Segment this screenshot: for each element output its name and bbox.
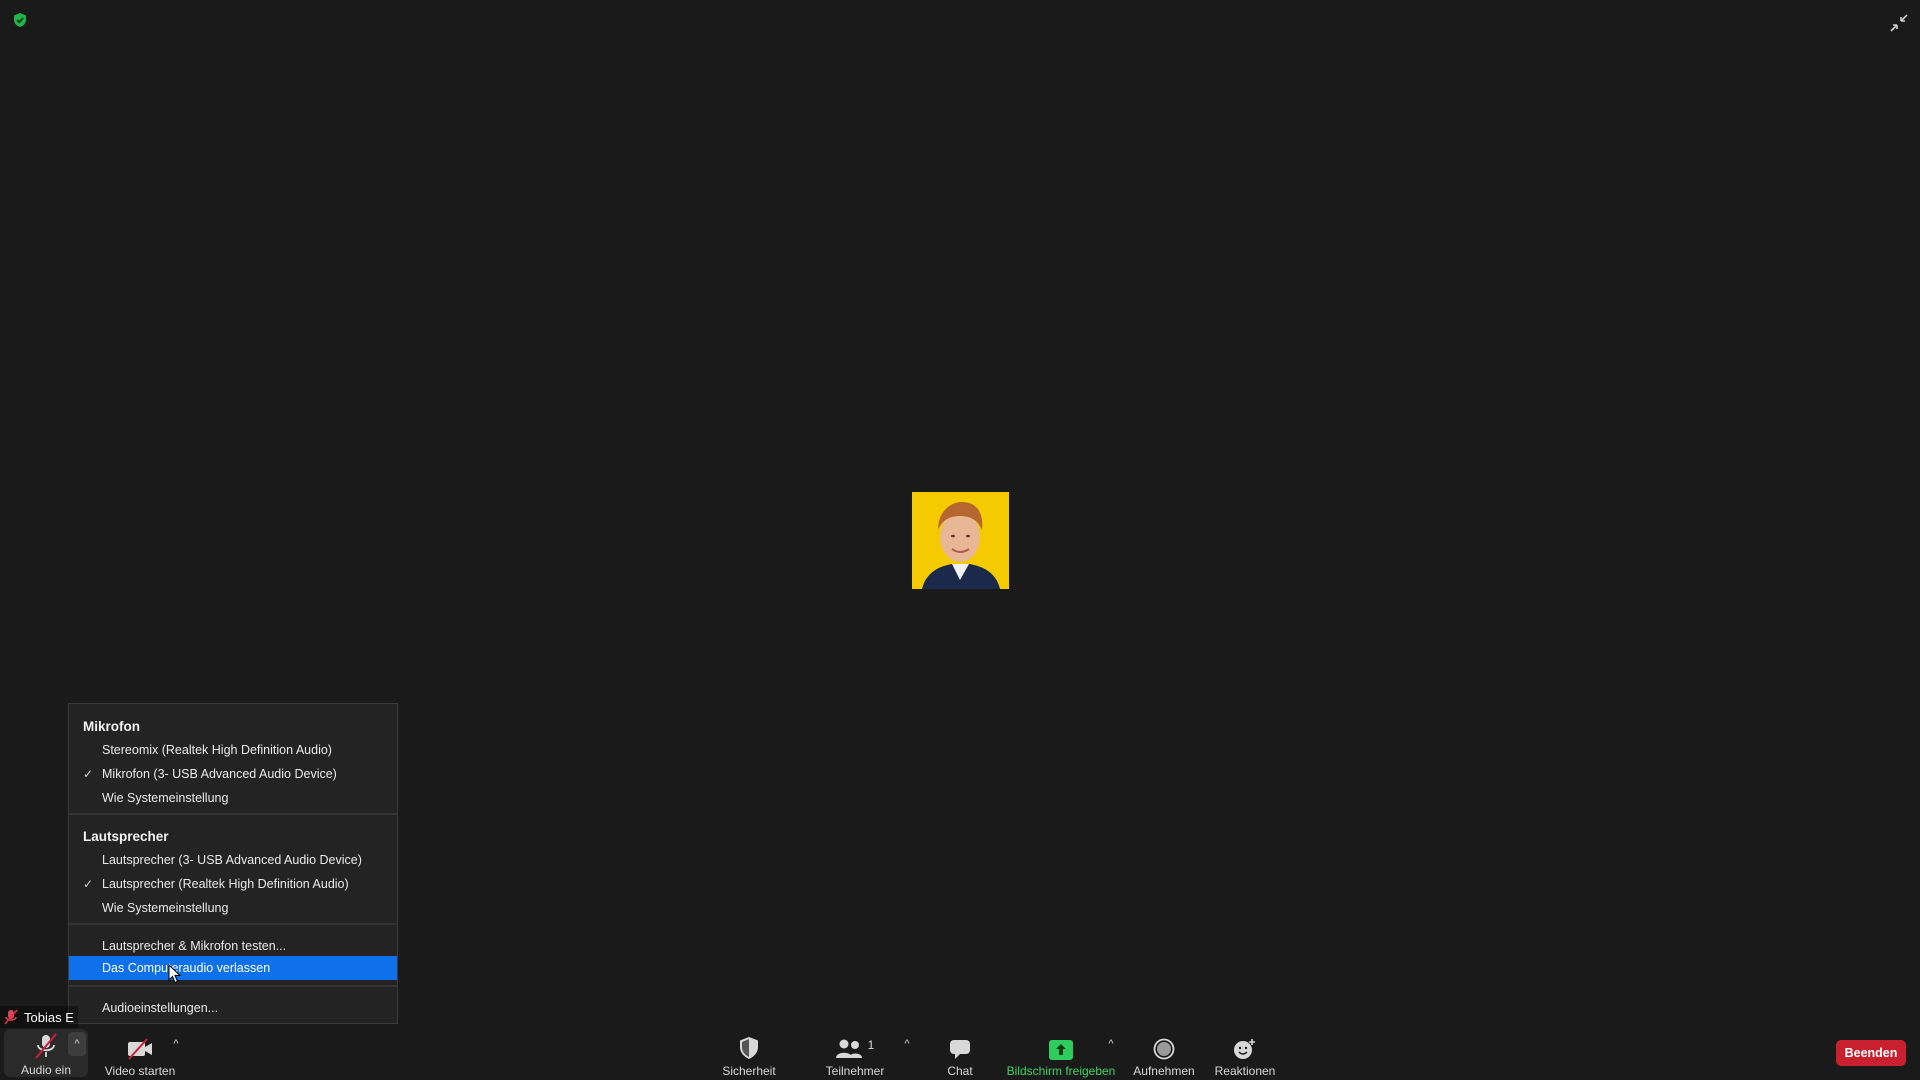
share-screen-icon [1049, 1032, 1073, 1060]
exit-fullscreen-icon[interactable] [1888, 12, 1910, 34]
record-icon [1153, 1032, 1175, 1060]
chat-label: Chat [947, 1064, 973, 1078]
shield-icon [738, 1032, 760, 1060]
record-label: Aufnehmen [1133, 1064, 1195, 1078]
menu-item-speaker-usb[interactable]: Lautsprecher (3- USB Advanced Audio Devi… [69, 848, 397, 872]
menu-item-label: Wie Systemeinstellung [102, 901, 229, 915]
checkmark-icon: ✓ [83, 767, 94, 781]
video-button-label: Video starten [104, 1064, 176, 1078]
reactions-icon [1233, 1032, 1257, 1060]
menu-item-label: Audioeinstellungen... [102, 1001, 219, 1015]
chevron-up-icon: ^ [1108, 1038, 1114, 1050]
participants-label: Teilnehmer [825, 1064, 885, 1078]
menu-item-mic-stereomix[interactable]: Stereomix (Realtek High Definition Audio… [69, 738, 397, 762]
mic-muted-icon [4, 1009, 18, 1025]
menu-item-speaker-system[interactable]: Wie Systemeinstellung [69, 896, 397, 920]
menu-item-test-audio[interactable]: Lautsprecher & Mikrofon testen... [69, 934, 397, 958]
participants-icon: 1 [835, 1032, 875, 1060]
security-label: Sicherheit [722, 1064, 776, 1078]
chat-button[interactable]: Chat [935, 1028, 985, 1080]
chevron-up-icon: ^ [74, 1038, 80, 1050]
menu-item-leave-computer-audio[interactable]: Das Computeraudio verlassen [69, 956, 397, 980]
menu-item-mic-usb[interactable]: ✓ Mikrofon (3- USB Advanced Audio Device… [69, 762, 397, 786]
chevron-up-icon: ^ [173, 1038, 179, 1050]
menu-item-mic-system[interactable]: Wie Systemeinstellung [69, 786, 397, 810]
participant-name-tag: Tobias E [0, 1006, 78, 1028]
security-shield-icon[interactable] [12, 12, 28, 28]
record-button[interactable]: Aufnehmen [1129, 1028, 1199, 1080]
share-options-caret[interactable]: ^ [1102, 1032, 1120, 1056]
meeting-toolbar: Audio ein ^ Video starten ^ Sicherheit 1… [0, 1028, 1920, 1080]
checkmark-icon: ✓ [83, 877, 94, 891]
participants-count: 1 [867, 1038, 875, 1052]
share-screen-label: Bildschirm freigeben [1006, 1064, 1116, 1078]
chevron-up-icon: ^ [904, 1038, 910, 1050]
participant-name: Tobias E [24, 1009, 74, 1025]
menu-item-label: Wie Systemeinstellung [102, 791, 229, 805]
menu-divider [69, 985, 397, 987]
video-off-icon [126, 1032, 154, 1060]
menu-divider [69, 923, 397, 925]
menu-item-label: Lautsprecher & Mikrofon testen... [102, 939, 287, 953]
menu-item-audio-settings[interactable]: Audioeinstellungen... [69, 996, 397, 1020]
participants-options-caret[interactable]: ^ [898, 1032, 916, 1056]
menu-item-label: Das Computeraudio verlassen [102, 961, 271, 975]
menu-divider [69, 813, 397, 815]
audio-button-label: Audio ein [20, 1063, 72, 1077]
participant-avatar [912, 492, 1009, 589]
menu-item-label: Lautsprecher (3- USB Advanced Audio Devi… [102, 853, 362, 867]
microphone-section-header: Mikrofon [83, 719, 140, 734]
audio-options-caret[interactable]: ^ [68, 1032, 86, 1056]
mic-muted-icon [33, 1033, 59, 1059]
speaker-section-header: Lautsprecher [83, 829, 169, 844]
audio-device-menu: Mikrofon Stereomix (Realtek High Definit… [68, 703, 398, 1024]
menu-item-label: Mikrofon (3- USB Advanced Audio Device) [102, 767, 337, 781]
chat-icon [949, 1032, 971, 1060]
menu-item-label: Lautsprecher (Realtek High Definition Au… [102, 877, 349, 891]
security-button[interactable]: Sicherheit [714, 1028, 784, 1080]
menu-item-label: Stereomix (Realtek High Definition Audio… [102, 743, 332, 757]
menu-item-speaker-realtek[interactable]: ✓ Lautsprecher (Realtek High Definition … [69, 872, 397, 896]
participants-button[interactable]: 1 Teilnehmer [816, 1028, 894, 1080]
reactions-button[interactable]: Reaktionen [1210, 1028, 1280, 1080]
reactions-label: Reaktionen [1214, 1064, 1276, 1078]
mouse-cursor-icon [168, 963, 182, 984]
end-meeting-button[interactable]: Beenden [1836, 1040, 1906, 1066]
video-options-caret[interactable]: ^ [167, 1032, 185, 1056]
